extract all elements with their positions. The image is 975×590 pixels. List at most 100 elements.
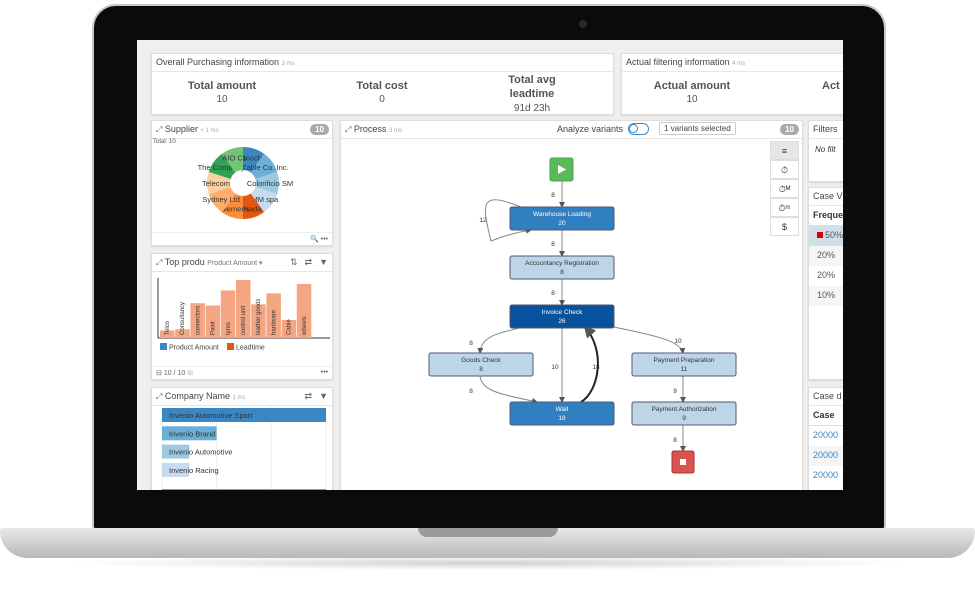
bar-label: Telco <box>165 320 171 335</box>
more-icon[interactable]: ••• <box>321 369 328 376</box>
panel-title: Process <box>353 124 387 134</box>
node-label: Invoice Check <box>542 309 584 316</box>
slice-label: Sydney Ltd <box>202 195 240 204</box>
slice-label: Telecom <box>202 179 230 188</box>
panel-title: Supplier <box>164 124 198 134</box>
slice-label: AIO Co <box>222 153 247 162</box>
bar-label: Consultancy <box>180 302 186 335</box>
case-row[interactable]: 20000 <box>809 426 843 446</box>
edge-label: 18 <box>592 364 600 371</box>
case-row[interactable]: 20000 <box>809 446 843 466</box>
no-filters-text: No filt <box>815 145 836 154</box>
expand-icon[interactable]: ⤢ <box>156 258 162 268</box>
slice-label: Colorificio SM <box>247 179 293 188</box>
selected-marker <box>817 232 823 238</box>
count-badge: 10 <box>780 124 799 135</box>
slice-label: Cable Co. Inc. <box>241 163 289 172</box>
expand-icon[interactable]: ⤢ <box>156 392 162 402</box>
variant-row[interactable]: 50% <box>809 226 843 246</box>
bar-label: control unit <box>241 305 247 335</box>
node-label: Payment Preparation <box>653 357 714 364</box>
process-node-wl[interactable]: Warehouse Loading 20 <box>509 206 615 231</box>
bar-label: Cable <box>287 319 293 335</box>
node-count: 9 <box>682 415 686 422</box>
node-count: 8 <box>560 269 564 276</box>
variant-row[interactable]: 10% <box>809 286 843 306</box>
process-node-ar[interactable]: Accountancy Registration 8 <box>509 255 615 280</box>
company-panel: ⤢ Company Name 1 ms ⇄ ▼ Invenio Automotiv… <box>151 387 333 490</box>
swap-icon[interactable]: ⇄ <box>305 257 313 267</box>
panel-title: Actual filtering information <box>626 57 730 67</box>
case-row[interactable]: 20000 <box>809 466 843 486</box>
swap-icon[interactable]: ⇄ <box>305 391 313 401</box>
variant-row[interactable]: 20% <box>809 266 843 286</box>
more-icon[interactable]: ••• <box>321 236 328 243</box>
variants-selected-button[interactable]: 1 variants selected <box>659 122 736 135</box>
edge-label: 8 <box>551 290 555 297</box>
panel-title: Case d <box>809 388 843 406</box>
filter-icon[interactable]: ▼ <box>319 257 328 267</box>
top-products-bar-chart: Telco Consultancy connectors Paint tyres cont… <box>157 278 330 352</box>
bar-label: Paint <box>211 321 217 335</box>
bar-label: wheels <box>302 316 308 336</box>
edge-label: 10 <box>551 364 559 371</box>
bar-label: Invenio Brand <box>169 429 215 438</box>
expand-icon[interactable]: ⤢ <box>345 125 351 135</box>
dashboard-screen: Overall Purchasing information 3 ms Tota… <box>137 40 843 490</box>
legend-label[interactable]: Product Amount <box>169 345 219 352</box>
sort-icon[interactable]: ⇅ <box>290 257 298 267</box>
bar-label: Invenio Racing <box>169 466 219 475</box>
node-count: 8 <box>479 366 483 373</box>
node-label: Payment Authorization <box>651 406 716 413</box>
company-bar-chart: Invenio Automotive Sport Invenio Brand Inv… <box>161 406 327 490</box>
process-node-pp[interactable]: Payment Preparation 11 <box>631 352 737 377</box>
node-count: 18 <box>558 415 566 422</box>
legend-swatch <box>227 343 234 350</box>
supplier-panel: ⤢ Supplier < 1 ms 10 Total: 10 Bosch Cable… <box>151 120 333 246</box>
camera <box>579 20 587 28</box>
edge-label: 8 <box>469 340 473 347</box>
legend-label[interactable]: Leadtime <box>236 345 265 352</box>
pager: 10 / 10 <box>163 370 186 377</box>
kpi-actual-2: Act <box>822 80 840 92</box>
process-node-pa[interactable]: Payment Authorization 9 <box>631 401 737 426</box>
filter-icon[interactable]: ▼ <box>319 391 328 401</box>
edge-label: 8 <box>673 437 677 444</box>
variant-row[interactable]: 20% <box>809 246 843 266</box>
stop-icon <box>680 459 686 465</box>
edge-label: 8 <box>551 192 555 199</box>
search-icon[interactable]: 🔍 <box>310 236 319 243</box>
measure-dropdown[interactable]: Product Amount ▾ <box>207 260 262 267</box>
process-node-ic[interactable]: Invoice Check 26 <box>509 304 615 329</box>
process-node-wa[interactable]: Wait 18 <box>509 401 615 426</box>
process-edge[interactable] <box>479 375 538 404</box>
process-edge[interactable] <box>613 326 686 354</box>
expand-icon[interactable]: ⤢ <box>156 125 162 135</box>
analyze-variants-label: Analyze variants <box>557 124 624 134</box>
count-badge: 10 <box>310 124 329 135</box>
node-label: Warehouse Loading <box>533 211 591 218</box>
bar-label: connectors <box>195 306 201 335</box>
edge-label: 8 <box>469 388 473 395</box>
bar-label: Invenio Automotive <box>169 448 232 457</box>
analyze-variants-toggle[interactable] <box>628 123 649 135</box>
overall-purchasing-panel: Overall Purchasing information 3 ms Tota… <box>151 53 614 115</box>
collapse-icon[interactable]: ⊟ <box>156 370 162 377</box>
node-label: Goods Check <box>461 357 501 364</box>
process-edge[interactable] <box>477 326 524 354</box>
node-label: Accountancy Registration <box>525 260 599 267</box>
bar-label: tyres <box>226 322 232 335</box>
panel-title: Filters <box>809 121 843 139</box>
kpi-total-leadtime: Total avg leadtime 91d 23h <box>508 74 556 114</box>
filters-panel: Filters No filt <box>808 120 843 182</box>
laptop-notch <box>418 528 558 537</box>
expand-more-icon[interactable]: ⊞ <box>187 370 193 377</box>
process-node-gc[interactable]: Goods Check 8 <box>428 352 534 377</box>
case-details-panel: Case d Case 20000 20000 20000 <box>808 387 843 490</box>
kpi-total-amount: Total amount 10 <box>187 80 257 105</box>
bar-label: leather goods <box>256 299 262 335</box>
timing: 3 ms <box>281 61 295 67</box>
bar-label: hardware <box>271 309 277 335</box>
column-header[interactable]: Case <box>809 406 843 426</box>
column-header[interactable]: Freque <box>809 206 843 226</box>
